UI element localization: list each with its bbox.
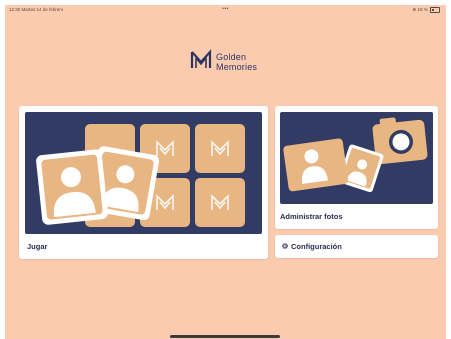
brand-name-line2: Memories	[216, 62, 258, 72]
play-label: Jugar	[27, 242, 48, 251]
multitasking-dots[interactable]: •••	[5, 6, 446, 12]
brand-name-line1: Golden	[216, 52, 247, 62]
manage-photos-label: Administrar fotos	[280, 212, 343, 221]
status-bar: 12:30 Martes 14 de febrero ••• ⋒ 18 %	[5, 5, 446, 15]
photos-camera-illustration	[280, 112, 433, 204]
golden-memories-logo-icon	[190, 49, 212, 68]
manage-photos-card[interactable]: Administrar fotos	[275, 106, 438, 229]
brand-name: Golden Memories	[216, 52, 257, 72]
settings-card[interactable]: Configuración	[275, 235, 438, 258]
app-screen: 12:30 Martes 14 de febrero ••• ⋒ 18 % Go…	[5, 5, 446, 339]
battery-text: ⋒ 18 %	[412, 7, 428, 12]
app-logo: Golden Memories	[190, 49, 280, 81]
play-card[interactable]: Jugar	[19, 106, 268, 259]
battery-icon	[430, 7, 440, 13]
settings-label: Configuración	[291, 242, 342, 251]
home-indicator[interactable]	[170, 335, 280, 338]
memory-cards-illustration	[25, 112, 262, 234]
status-battery: ⋒ 18 %	[412, 7, 440, 13]
gear-icon	[282, 243, 288, 249]
